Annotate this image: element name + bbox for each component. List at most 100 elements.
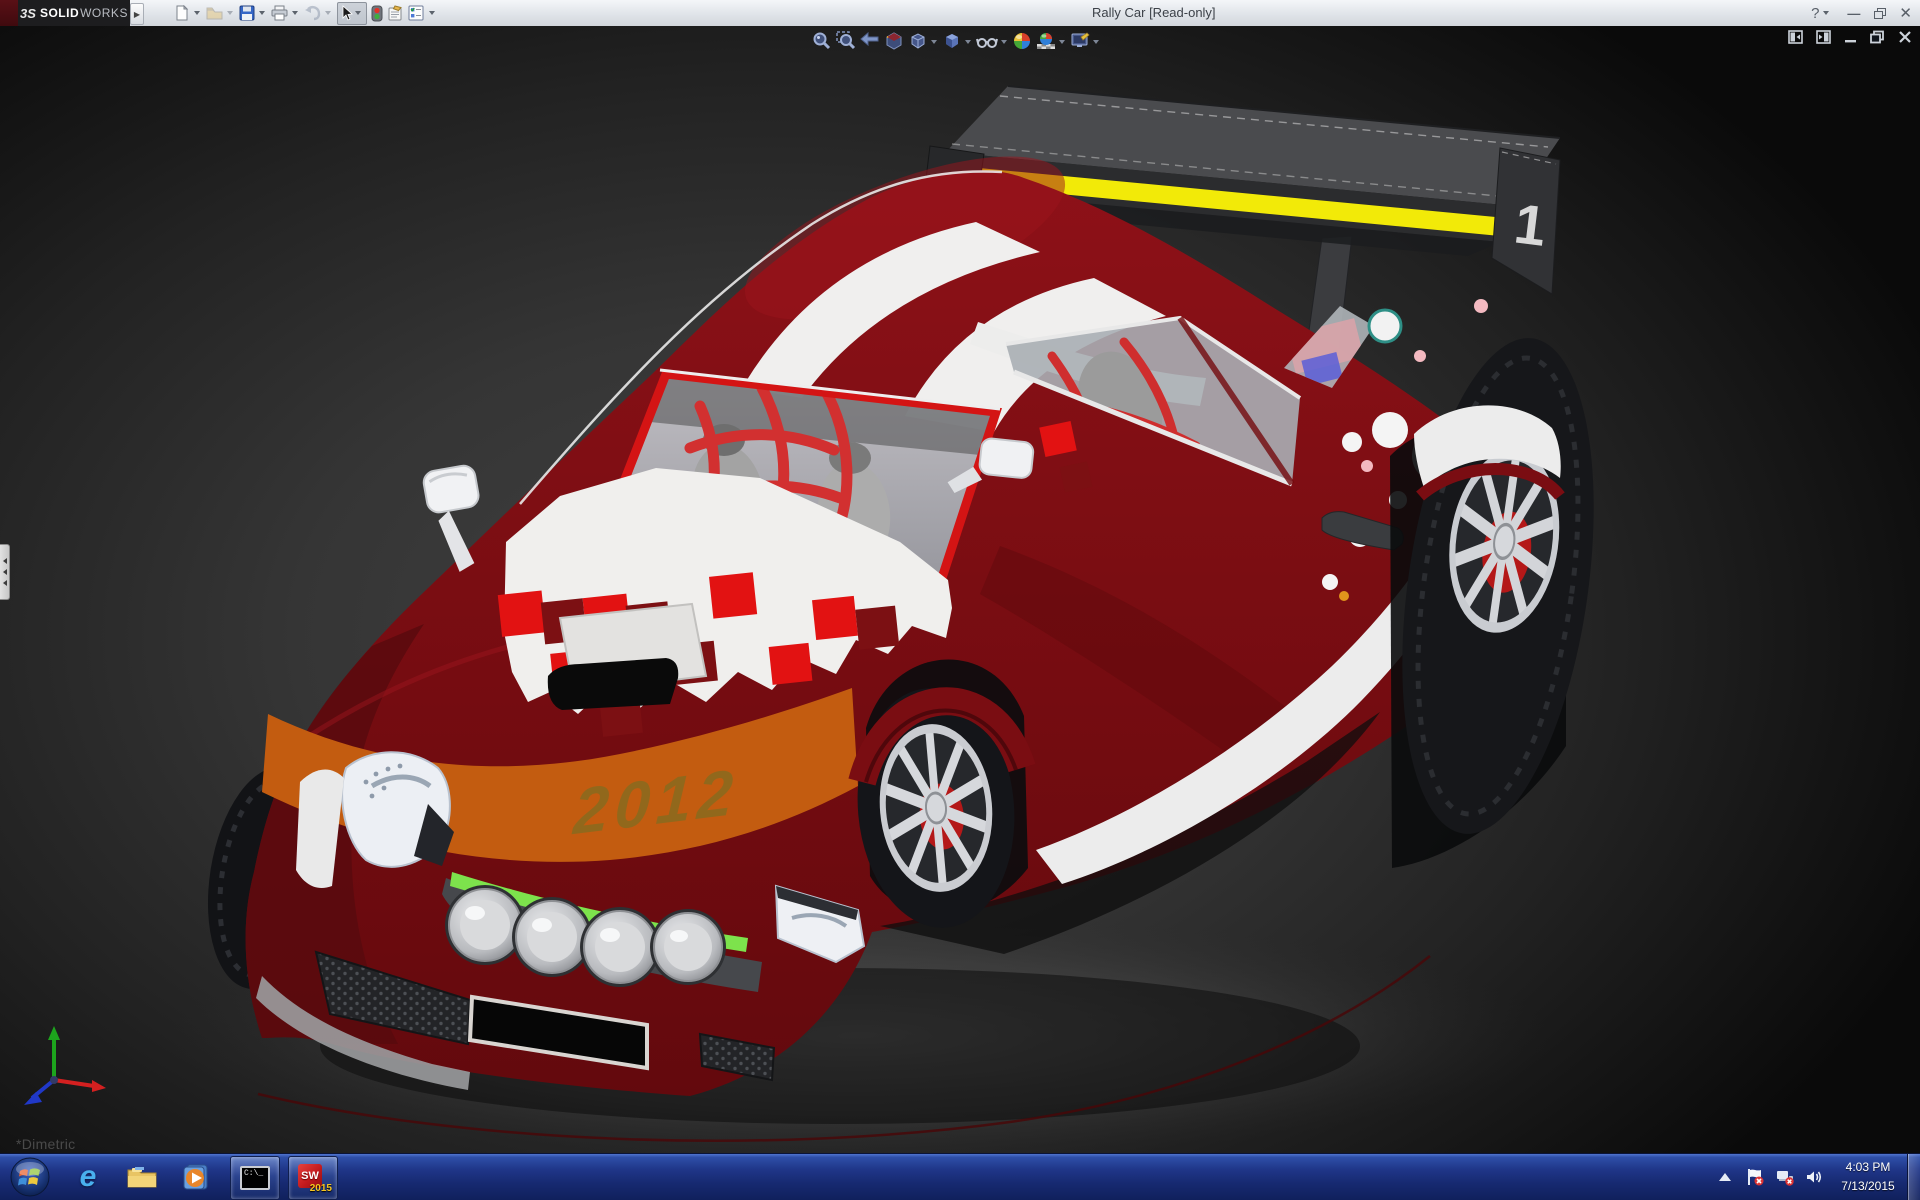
volume-button[interactable] — [1806, 1168, 1824, 1186]
solidworks-2015-icon: SW 2015 — [298, 1164, 328, 1192]
save-button[interactable] — [237, 2, 257, 24]
document-window-controls — [1788, 30, 1912, 44]
zoom-to-area-icon — [836, 31, 856, 51]
print-dropdown-caret[interactable] — [292, 11, 298, 18]
windows-taskbar: e C:\_ SW 2015 — [0, 1153, 1920, 1200]
document-minimize-button[interactable] — [1844, 30, 1857, 44]
main-toolbar — [172, 2, 439, 24]
view-settings-icon — [1070, 31, 1090, 51]
featuremanager-pane-toggle[interactable] — [1788, 30, 1803, 44]
taskbar-item-internet-explorer[interactable]: e — [64, 1156, 112, 1198]
edit-appearance-button[interactable] — [1010, 29, 1034, 53]
system-tray — [1716, 1154, 1824, 1200]
apply-scene-caret[interactable] — [1059, 40, 1065, 47]
printer-icon — [271, 5, 288, 21]
dassault-3ds-logo: 3S — [20, 6, 36, 21]
eyeglasses-icon — [976, 31, 998, 51]
open-dropdown-caret[interactable] — [227, 11, 233, 18]
display-style-icon — [942, 31, 962, 51]
media-player-icon — [181, 1163, 211, 1191]
taskbar-item-command-prompt[interactable]: C:\_ — [230, 1156, 280, 1200]
traffic-light-icon — [371, 5, 383, 22]
document-restore-button[interactable] — [1870, 30, 1885, 44]
new-document-button[interactable] — [172, 2, 192, 24]
action-center-button[interactable] — [1746, 1168, 1764, 1186]
window-title: Rally Car [Read-only] — [1092, 5, 1216, 20]
up-arrow-icon — [1719, 1173, 1731, 1181]
new-document-icon — [174, 5, 190, 21]
rally-car-model-canvas[interactable]: 1 — [0, 26, 1920, 1154]
orientation-triad — [16, 1022, 116, 1112]
select-tool-button[interactable] — [337, 2, 367, 25]
clock-time: 4:03 PM — [1832, 1158, 1904, 1177]
select-dropdown-caret[interactable] — [355, 11, 361, 18]
options-dropdown-caret[interactable] — [429, 11, 435, 18]
new-dropdown-caret[interactable] — [194, 11, 200, 18]
select-cursor-icon — [339, 5, 353, 21]
file-properties-icon — [387, 5, 404, 21]
display-style-caret[interactable] — [965, 40, 971, 47]
taskbar-item-solidworks[interactable]: SW 2015 — [288, 1156, 338, 1200]
network-icon — [1776, 1168, 1794, 1186]
view-orientation-label: *Dimetric — [16, 1136, 75, 1152]
open-folder-icon — [206, 5, 223, 21]
appearance-sphere-icon — [1012, 31, 1032, 51]
headsup-view-toolbar — [810, 29, 1102, 53]
previous-view-icon — [860, 31, 880, 51]
network-status-button[interactable] — [1776, 1168, 1794, 1186]
solidworks-logo: 3S SOLID WORKS — [18, 0, 130, 26]
zoom-to-fit-button[interactable] — [810, 29, 834, 53]
clock-date: 7/13/2015 — [1832, 1177, 1904, 1196]
taskbar-item-media-player[interactable] — [172, 1156, 220, 1198]
brand-accent-stripe — [0, 0, 18, 26]
view-settings-caret[interactable] — [1093, 40, 1099, 47]
rebuild-button[interactable] — [369, 2, 385, 24]
x-axis-arrow — [92, 1080, 106, 1092]
taskbar-item-windows-explorer[interactable] — [118, 1156, 166, 1198]
close-button[interactable]: ✕ — [1899, 6, 1912, 21]
undo-dropdown-caret[interactable] — [325, 11, 331, 18]
view-orientation-caret[interactable] — [931, 40, 937, 47]
featuremanager-collapsed-tab[interactable] — [0, 544, 10, 600]
help-button[interactable]: ? — [1811, 6, 1819, 21]
display-pane-toggle[interactable] — [1816, 30, 1831, 44]
minimize-button[interactable]: ― — [1847, 7, 1860, 20]
save-dropdown-caret[interactable] — [259, 11, 265, 18]
zoom-to-area-button[interactable] — [834, 29, 858, 53]
title-bar: 3S SOLID WORKS ▶ — [0, 0, 1920, 27]
y-axis-arrow — [48, 1026, 60, 1040]
graphics-viewport[interactable]: 1 — [0, 26, 1920, 1154]
display-style-button[interactable] — [940, 29, 964, 53]
hide-show-items-caret[interactable] — [1001, 40, 1007, 47]
view-settings-button[interactable] — [1068, 29, 1092, 53]
apply-scene-icon — [1036, 31, 1056, 51]
window-controls: ? ― ✕ — [1811, 0, 1912, 26]
section-view-button[interactable] — [882, 29, 906, 53]
menu-expand-arrow[interactable]: ▶ — [130, 3, 144, 25]
print-button[interactable] — [269, 2, 290, 24]
help-dropdown-caret[interactable] — [1823, 11, 1829, 18]
show-desktop-button[interactable] — [1907, 1154, 1920, 1200]
document-close-button[interactable] — [1898, 30, 1912, 44]
collapse-arrow-icon — [0, 580, 7, 586]
apply-scene-button[interactable] — [1034, 29, 1058, 53]
zoom-to-fit-icon — [812, 31, 832, 51]
collapse-arrow-icon — [0, 558, 7, 564]
undo-button[interactable] — [302, 2, 323, 24]
open-document-button[interactable] — [204, 2, 225, 24]
folder-icon — [126, 1164, 158, 1190]
options-checklist-icon — [408, 5, 425, 21]
undo-arrow-icon — [304, 5, 321, 21]
restore-button[interactable] — [1874, 8, 1885, 18]
view-orientation-icon — [908, 31, 928, 51]
collapse-arrow-icon — [0, 569, 7, 575]
options-button[interactable] — [406, 2, 427, 24]
show-hidden-icons-button[interactable] — [1716, 1168, 1734, 1186]
previous-view-button[interactable] — [858, 29, 882, 53]
view-orientation-button[interactable] — [906, 29, 930, 53]
start-button[interactable] — [10, 1157, 50, 1197]
flag-icon — [1746, 1168, 1764, 1186]
hide-show-items-button[interactable] — [974, 29, 1000, 53]
file-properties-button[interactable] — [385, 2, 406, 24]
taskbar-clock[interactable]: 4:03 PM 7/13/2015 — [1832, 1158, 1904, 1195]
